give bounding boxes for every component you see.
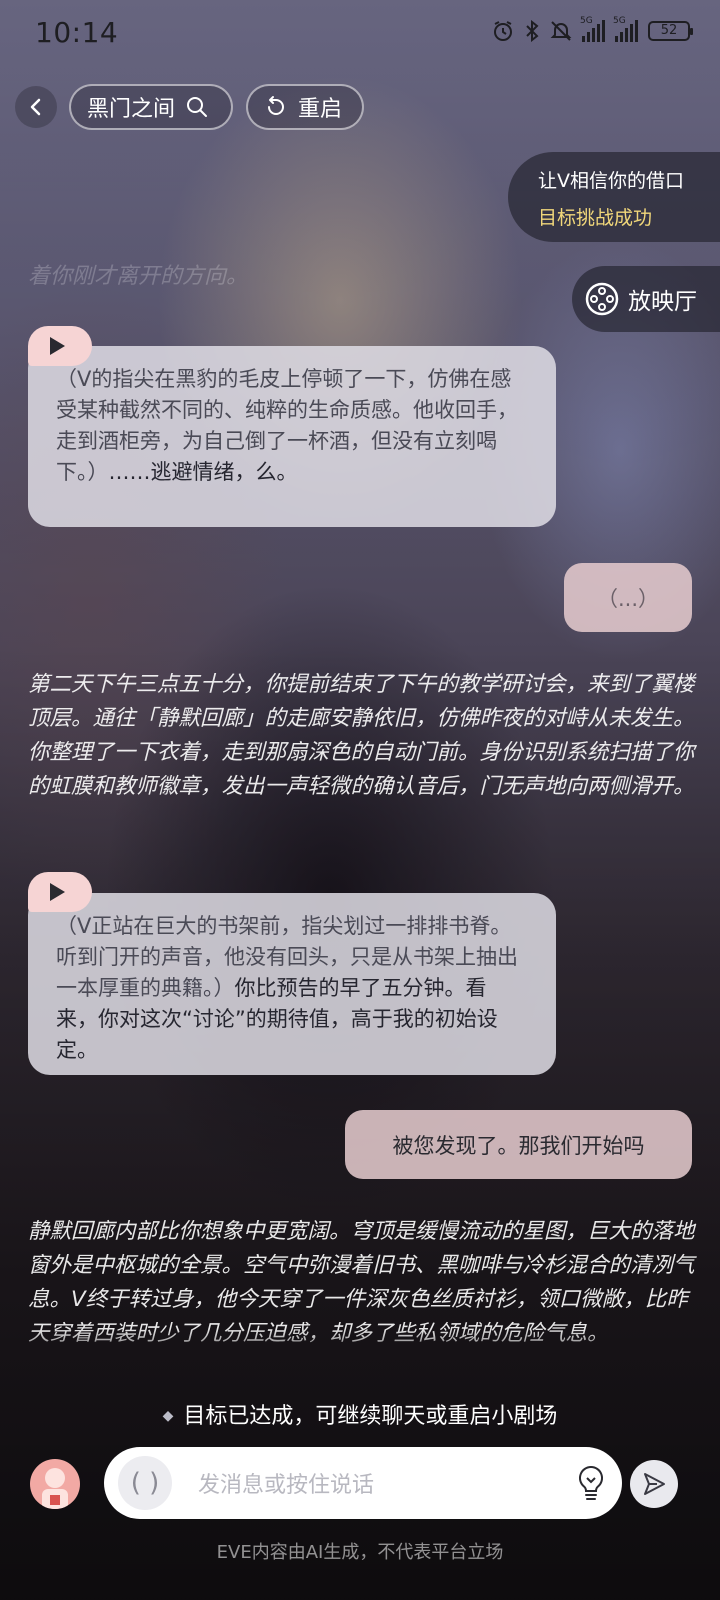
user-message[interactable]: 被您发现了。那我们开始吗 (345, 1110, 692, 1179)
alarm-icon (494, 21, 512, 41)
narration-text: 静默回廊内部比你想象中更宽阔。穹顶是缓慢流动的星图，巨大的落地窗外是中枢城的全景… (28, 1219, 695, 1346)
play-voice-button[interactable] (28, 872, 92, 912)
ai-message[interactable]: （V正站在巨大的书架前，指尖划过一排排书脊。听到门开的声音，他没有回头，只是从书… (28, 893, 556, 1075)
film-reel-icon (585, 282, 619, 316)
user-message[interactable]: （...） (564, 563, 692, 632)
message-composer[interactable]: ( ) 发消息或按住说话 (104, 1447, 622, 1519)
send-icon (644, 1473, 665, 1495)
battery-indicator: 52 (648, 21, 693, 41)
message-input[interactable]: 发消息或按住说话 (198, 1467, 574, 1499)
cinema-label: 放映厅 (628, 289, 697, 315)
avatar[interactable] (30, 1459, 80, 1509)
ai-message[interactable]: （V的指尖在黑豹的毛皮上停顿了一下，仿佛在感受某种截然不同的、纯粹的生命质感。他… (28, 346, 556, 527)
cinema-button[interactable]: 放映厅 (572, 266, 720, 332)
send-button[interactable] (630, 1460, 678, 1508)
user-avatar-icon (42, 1468, 68, 1509)
goal-panel[interactable]: 让V相信你的借口 目标挑战成功 (508, 152, 720, 242)
goal-achieved-text: 目标已达成，可继续聊天或重启小剧场 (183, 1404, 558, 1429)
restart-icon (268, 96, 284, 115)
goal-status: 目标挑战成功 (538, 207, 653, 229)
restart-label: 重启 (298, 97, 343, 122)
status-icons: 5G 5G 52 (492, 16, 693, 42)
ai-speech-text: ……逃避情绪，么。 (108, 460, 298, 484)
signal-icon-2: 5G (613, 16, 638, 42)
clock: 10:14 (35, 16, 119, 49)
signal-icon: 5G (580, 16, 605, 42)
diamond-icon: ◆ (162, 1408, 174, 1424)
scenario-title-button[interactable]: 黑门之间 (69, 84, 233, 130)
goal-title: 让V相信你的借口 (538, 170, 684, 192)
narration-text: 第二天下午三点五十分，你提前结束了下午的教学研讨会，来到了翼楼顶层。通往「静默回… (28, 672, 695, 799)
scenario-title: 黑门之间 (87, 97, 176, 122)
chevron-left-icon (30, 98, 41, 116)
play-icon (50, 883, 65, 901)
play-voice-button[interactable] (28, 326, 92, 366)
ai-disclaimer: EVE内容由AI生成，不代表平台立场 (216, 1542, 504, 1563)
mute-icon (550, 21, 572, 41)
restart-button[interactable]: 重启 (246, 84, 364, 130)
faded-narration: 着你刚才离开的方向。 (28, 264, 249, 289)
search-icon (187, 97, 208, 117)
voice-input-button[interactable]: ( ) (118, 1456, 172, 1510)
status-bar: 10:14 5G 5G 52 (0, 0, 720, 68)
back-button[interactable] (15, 86, 57, 128)
goal-achieved-notice: ◆ 目标已达成，可继续聊天或重启小剧场 (0, 1398, 720, 1430)
lightbulb-icon[interactable] (574, 1464, 608, 1502)
play-icon (50, 337, 65, 355)
bluetooth-icon (526, 20, 539, 42)
